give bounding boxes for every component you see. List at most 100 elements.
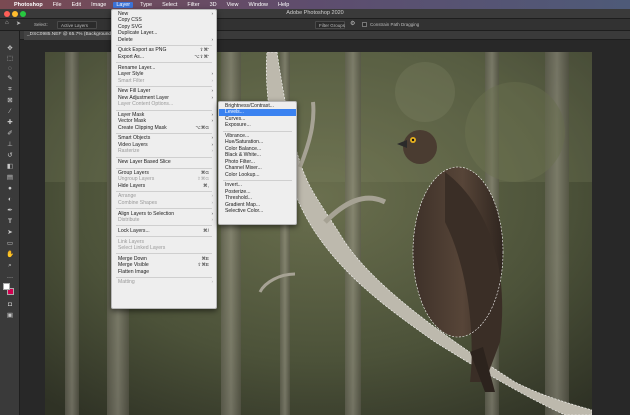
menu-item-label: Exposure... xyxy=(225,122,251,129)
menu-item-label: Group Layers xyxy=(118,169,149,176)
constrain-path-checkbox[interactable] xyxy=(362,22,367,27)
menu-item-label: Hide Layers xyxy=(118,182,146,189)
rectangle-icon[interactable]: ▭ xyxy=(4,238,16,249)
foreground-color-swatch[interactable] xyxy=(3,283,10,290)
menu-help[interactable]: Help xyxy=(278,2,289,8)
menu-item-matting: Matting › xyxy=(112,279,216,285)
menu-item-label: Arrange xyxy=(118,193,137,200)
filter-groups-button[interactable]: Filter Groups xyxy=(315,21,345,29)
zoom-icon[interactable]: ⌕ xyxy=(4,260,16,271)
menu-item-label: Color Balance... xyxy=(225,145,262,152)
constrain-path-label: Constrain Path Dragging xyxy=(370,22,420,27)
menu-layer[interactable]: Layer xyxy=(113,1,134,8)
menu-item-label: Copy SVG xyxy=(118,23,143,30)
menu-item-label: Matting xyxy=(118,279,135,286)
submenu-arrow-icon: › xyxy=(211,279,214,285)
history-brush-icon[interactable]: ↺ xyxy=(4,150,16,161)
eyedropper-icon[interactable]: ⁄ xyxy=(4,106,16,117)
menu-item-label: Create Clipping Mask xyxy=(118,124,167,131)
screen-mode-icon[interactable]: ▣ xyxy=(4,310,16,321)
menu-item-label: Align Layers to Selection xyxy=(118,210,175,217)
menu-item-label: Hue/Saturation... xyxy=(225,139,264,146)
menu-item-label: Copy CSS xyxy=(118,17,142,24)
menu-item-label: Invert... xyxy=(225,182,242,189)
mac-menu-bar: Photoshop File Edit Image Layer Type Sel… xyxy=(0,0,630,9)
menu-item-label: Curves... xyxy=(225,115,246,122)
window-title: Adobe Photoshop 2020 xyxy=(286,10,344,16)
menu-item-label: Select Linked Layers xyxy=(118,244,166,251)
menu-photoshop[interactable]: Photoshop xyxy=(14,2,43,8)
menu-item-label: Smart Objects xyxy=(118,135,151,142)
tools-panel: ✥ ⬚ ◌ ✎ ⌗ ⊠ ⁄ ✚ ✐ ⊥ ↺ ◧ ▤ ● ◐ ✒ T ➤ ▭ ✋ … xyxy=(0,31,20,415)
menu-type[interactable]: Type xyxy=(140,2,152,8)
menu-item-label: Gradient Map... xyxy=(225,201,261,208)
options-bar: ⌂ ➤ Select: Active Layers Filter Groups … xyxy=(0,19,630,31)
gear-icon[interactable]: ⚙ xyxy=(350,20,355,27)
quick-mask-icon[interactable]: ◘ xyxy=(4,299,16,310)
select-dropdown[interactable]: Active Layers xyxy=(57,21,97,29)
home-icon[interactable]: ⌂ xyxy=(5,20,9,26)
menu-item-selective-color[interactable]: Selective Color... xyxy=(219,208,296,214)
eraser-icon[interactable]: ◧ xyxy=(4,161,16,172)
menu-item-label: Color Lookup... xyxy=(225,171,260,178)
menu-item-label: Delete xyxy=(118,36,133,43)
dodge-icon[interactable]: ◐ xyxy=(4,194,16,205)
menu-edit[interactable]: Edit xyxy=(72,2,81,8)
window-title-bar: Adobe Photoshop 2020 xyxy=(0,9,630,19)
menu-item-label: Ungroup Layers xyxy=(118,176,155,183)
menu-item-label: New Layer Based Slice xyxy=(118,159,171,166)
path-select-icon[interactable]: ➤ xyxy=(4,227,16,238)
blur-icon[interactable]: ● xyxy=(4,183,16,194)
menu-item-label: Rename Layer... xyxy=(118,64,156,71)
menu-item-label: Flatten Image xyxy=(118,268,150,275)
menu-item-label: New xyxy=(118,11,129,17)
pen-icon[interactable]: ✒ xyxy=(4,205,16,216)
menu-item-label: Selective Color... xyxy=(225,208,264,215)
menu-view[interactable]: View xyxy=(227,2,239,8)
menu-item-label: Smart Filter xyxy=(118,77,145,84)
path-select-tool-icon[interactable]: ➤ xyxy=(16,20,21,27)
menu-item-label: Vector Mask xyxy=(118,118,147,125)
menu-item-label: Combine Shapes xyxy=(118,199,158,206)
select-label: Select: xyxy=(34,22,48,27)
gradient-icon[interactable]: ▤ xyxy=(4,172,16,183)
menu-item-label: New Fill Layer xyxy=(118,88,151,95)
new-adjustment-layer-submenu: Brightness/Contrast... Levels... Curves...… xyxy=(218,101,297,225)
menu-item-label: Distribute xyxy=(118,217,140,224)
menu-item-label: Duplicate Layer... xyxy=(118,30,158,37)
frame-icon[interactable]: ⊠ xyxy=(4,95,16,106)
menu-filter[interactable]: Filter xyxy=(187,2,199,8)
quick-select-icon[interactable]: ✎ xyxy=(4,73,16,84)
layer-menu: New › Copy CSS Copy SVG Duplicate Layer... De… xyxy=(111,9,217,309)
menu-item-label: Levels... xyxy=(225,109,244,116)
menu-item-label: Merge Down xyxy=(118,255,147,262)
menu-window[interactable]: Window xyxy=(248,2,268,8)
menu-item-label: Video Layers xyxy=(118,141,148,148)
healing-brush-icon[interactable]: ✚ xyxy=(4,117,16,128)
menu-item-label: Threshold... xyxy=(225,195,252,202)
menu-item-label: Rasterize xyxy=(118,148,140,155)
menu-image[interactable]: Image xyxy=(91,2,106,8)
menu-item-label: Posterize... xyxy=(225,188,251,195)
menu-item-label: Link Layers xyxy=(118,238,145,245)
type-icon[interactable]: T xyxy=(4,216,16,227)
crop-icon[interactable]: ⌗ xyxy=(4,84,16,95)
menu-item-label: Black & White... xyxy=(225,152,261,159)
menu-select[interactable]: Select xyxy=(162,2,177,8)
menu-item-label: Layer Style xyxy=(118,71,144,78)
menu-item-label: New Adjustment Layer xyxy=(118,94,169,101)
menu-item-label: Export As... xyxy=(118,53,145,60)
menu-item-label: Layer Mask xyxy=(118,111,145,118)
menu-item-label: Photo Filter... xyxy=(225,158,256,165)
menu-file[interactable]: File xyxy=(53,2,62,8)
brush-icon[interactable]: ✐ xyxy=(4,128,16,139)
menu-item-label: Quick Export as PNG xyxy=(118,47,167,54)
menu-item-label: Brightness/Contrast... xyxy=(225,103,274,109)
menu-item-label: Vibrance... xyxy=(225,133,250,140)
menu-item-label: Merge Visible xyxy=(118,262,149,269)
menu-3d[interactable]: 3D xyxy=(210,2,217,8)
hand-icon[interactable]: ✋ xyxy=(4,249,16,260)
menu-item-label: Layer Content Options... xyxy=(118,101,174,108)
more-tools-icon[interactable]: … xyxy=(4,271,16,282)
clone-stamp-icon[interactable]: ⊥ xyxy=(4,139,16,150)
